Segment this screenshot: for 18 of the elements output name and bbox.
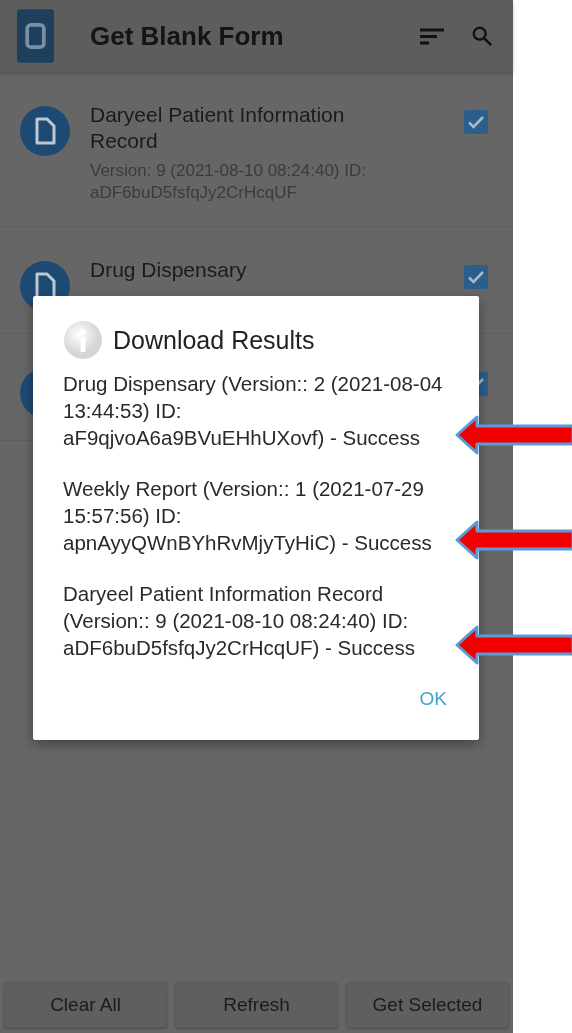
action-button[interactable]: Get Selected [346,982,509,1028]
checkbox[interactable] [464,265,488,289]
search-icon[interactable] [471,25,493,47]
document-icon [20,106,70,156]
sort-icon[interactable] [420,27,444,45]
dialog-title: Download Results [113,325,315,355]
action-button[interactable]: Refresh [175,982,338,1028]
result-message: Weekly Report (Version:: 1 (2021-07-29 15:57:56) ID: apnAyyQWnBYhRvMjyTyHiC) - Success [63,476,433,556]
checkbox[interactable] [464,110,488,134]
form-title: Drug Dispensary [90,257,248,283]
info-icon [63,320,103,360]
app-title: Get Blank Form [90,20,285,52]
ok-button[interactable]: OK [407,682,459,716]
form-title: Daryeel Patient Information Record [90,102,346,154]
app-logo-icon [17,8,54,64]
action-button[interactable]: Clear All [4,982,167,1028]
result-message: Daryeel Patient Information Record (Version:: 9 (2021-08-10 08:24:40) ID: aDF6buD5fsfqJy2CrHcqUF) - Success [63,581,416,661]
result-message: Drug Dispensary (Version:: 2 (2021-08-04 13:44:53) ID: aF9qjvoA6a9BVuEHhUXovf) - Success [63,371,444,451]
